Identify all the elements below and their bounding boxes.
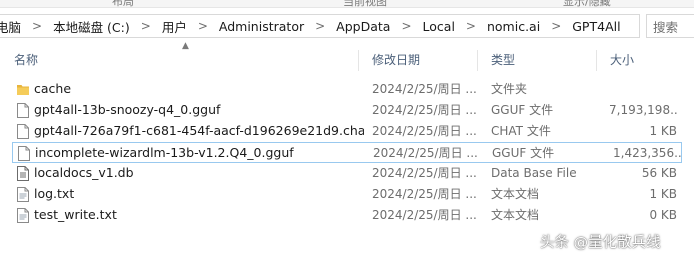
- file-name[interactable]: gpt4all-726a79f1-c681-454f-aacf-d196269e…: [34, 121, 364, 142]
- folder-icon: [17, 85, 29, 95]
- file-name[interactable]: log.txt: [34, 184, 364, 205]
- column-header-type[interactable]: 类型: [477, 48, 595, 73]
- ribbon-layout-label[interactable]: 布局: [112, 0, 134, 7]
- file-row[interactable]: log.txt 2024/2/25/周日 ... 文本文档 1 KB: [12, 184, 682, 205]
- file-type: 文本文档: [491, 208, 540, 222]
- breadcrumb-separator-icon[interactable]: >: [392, 19, 420, 33]
- column-header-row: 名称 修改日期 类型 大小: [0, 48, 694, 73]
- address-bar[interactable]: 电脑 > 本地磁盘 (C:) > 用户 > Administrator > Ap…: [0, 14, 640, 38]
- file-row[interactable]: cache 2024/2/25/周日 ... 文件夹: [12, 79, 682, 100]
- file-modified-date: 2024/2/25/周日 ...: [373, 146, 478, 160]
- text-file-icon: [17, 208, 29, 223]
- file-name[interactable]: test_write.txt: [34, 205, 364, 226]
- breadcrumb-separator-icon[interactable]: >: [306, 19, 334, 33]
- file-type: CHAT 文件: [491, 124, 551, 138]
- column-header-name[interactable]: 名称: [0, 48, 358, 73]
- file-icon: [17, 124, 29, 139]
- column-header-date[interactable]: 修改日期: [358, 48, 476, 73]
- file-size: [609, 79, 679, 100]
- file-size: 1 KB: [649, 124, 677, 138]
- file-row[interactable]: test_write.txt 2024/2/25/周日 ... 文本文档 0 KB: [12, 205, 682, 226]
- file-size: 1 KB: [649, 187, 677, 201]
- breadcrumb-separator-icon[interactable]: >: [542, 19, 570, 33]
- file-modified-date: 2024/2/25/周日 ...: [372, 82, 477, 96]
- file-name[interactable]: cache: [34, 79, 364, 100]
- breadcrumb-administrator[interactable]: Administrator: [217, 19, 306, 34]
- breadcrumb-gpt4all[interactable]: GPT4All: [570, 19, 622, 34]
- ribbon-current-view-label[interactable]: 当前视图: [343, 0, 387, 7]
- ribbon-strip: 布局 当前视图 显示/隐藏: [0, 0, 694, 8]
- file-icon: [18, 146, 30, 161]
- breadcrumb-local-disk[interactable]: 本地磁盘 (C:): [51, 17, 132, 36]
- watermark-text: 头条 @量化散兵线: [540, 235, 661, 251]
- search-input[interactable]: 搜索: [646, 14, 694, 38]
- search-placeholder: 搜索: [653, 19, 679, 35]
- address-row: 电脑 > 本地磁盘 (C:) > 用户 > Administrator > Ap…: [0, 12, 694, 40]
- file-modified-date: 2024/2/25/周日 ...: [372, 103, 477, 117]
- breadcrumb-separator-icon[interactable]: >: [132, 19, 160, 33]
- breadcrumb-local[interactable]: Local: [421, 19, 457, 34]
- breadcrumb-users[interactable]: 用户: [160, 17, 189, 36]
- file-type: Data Base File: [491, 166, 577, 180]
- file-type: 文本文档: [491, 187, 540, 201]
- file-modified-date: 2024/2/25/周日 ...: [372, 124, 477, 138]
- file-modified-date: 2024/2/25/周日 ...: [372, 187, 477, 201]
- file-name[interactable]: localdocs_v1.db: [34, 163, 364, 184]
- file-name[interactable]: gpt4all-13b-snoozy-q4_0.gguf: [34, 100, 364, 121]
- file-size: 0 KB: [649, 208, 677, 222]
- database-file-icon: [17, 166, 29, 181]
- file-row[interactable]: gpt4all-13b-snoozy-q4_0.gguf 2024/2/25/周日…: [12, 100, 682, 121]
- file-size: 56 KB: [641, 166, 677, 180]
- file-row[interactable]: localdocs_v1.db 2024/2/25/周日 ... Data Base…: [12, 163, 682, 184]
- file-row[interactable]: incomplete-wizardlm-13b-v1.2.Q4_0.gguf 20…: [12, 142, 683, 164]
- text-file-icon: [17, 187, 29, 202]
- file-type: 文件夹: [491, 82, 528, 96]
- breadcrumb-appdata[interactable]: AppData: [334, 19, 392, 34]
- breadcrumb-separator-icon[interactable]: >: [189, 19, 217, 33]
- file-icon: [17, 103, 29, 118]
- column-header-size[interactable]: 大小: [596, 48, 694, 73]
- file-type: GGUF 文件: [491, 103, 554, 117]
- breadcrumb-this-pc[interactable]: 电脑: [0, 17, 23, 36]
- ribbon-show-hide-label[interactable]: 显示/隐藏: [563, 0, 611, 7]
- file-modified-date: 2024/2/25/周日 ...: [372, 208, 477, 222]
- breadcrumb-nomic-ai[interactable]: nomic.ai: [485, 19, 542, 34]
- file-modified-date: 2024/2/25/周日 ...: [372, 166, 477, 180]
- breadcrumb-separator-icon[interactable]: >: [23, 19, 51, 33]
- file-size: 1,423,356...: [613, 146, 683, 160]
- breadcrumb-separator-icon[interactable]: >: [457, 19, 485, 33]
- file-name[interactable]: incomplete-wizardlm-13b-v1.2.Q4_0.gguf: [35, 143, 365, 164]
- file-type: GGUF 文件: [492, 146, 555, 160]
- file-row[interactable]: gpt4all-726a79f1-c681-454f-aacf-d196269e…: [12, 121, 682, 142]
- file-size: 7,193,198...: [609, 103, 679, 117]
